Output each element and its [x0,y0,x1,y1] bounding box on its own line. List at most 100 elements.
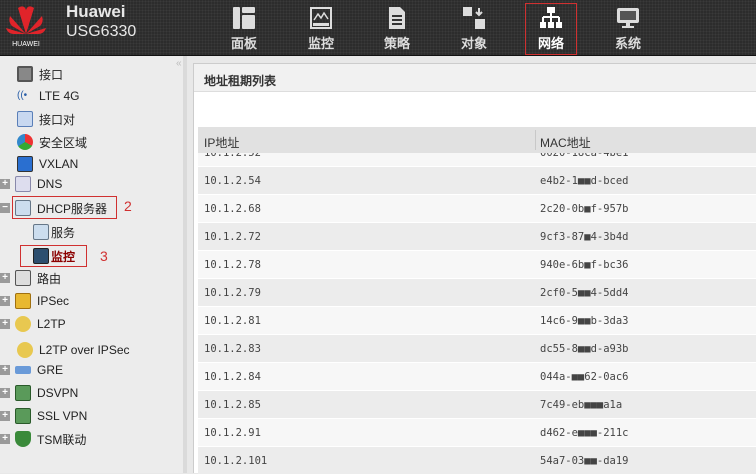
table-row[interactable]: 10.1.2.83 dc55-8■■d-a93b [198,335,756,363]
ip-cell: 10.1.2.81 [204,315,261,327]
tunnel-icon [15,366,31,374]
device-model: USG6330 [66,23,137,40]
collapse-icon[interactable]: − [0,203,10,213]
interface-pair-icon [17,111,33,127]
mac-cell: 2c20-0b■f-957b [540,203,629,215]
pie-chart-icon [17,134,33,150]
dns-icon [15,176,31,192]
policy-document-icon [389,7,405,29]
table-header: IP地址 MAC地址 [198,127,756,153]
expand-icon[interactable]: + [0,365,10,375]
mac-cell: e4b2-1■■d-bced [540,175,629,187]
vpn-icon [15,385,31,401]
expand-icon[interactable]: + [0,179,10,189]
dashboard-icon [233,7,255,29]
object-icon [463,7,485,29]
mac-cell: 2cf0-5■■4-5dd4 [540,287,629,299]
sidebar-item-dns[interactable]: + DNS [0,174,62,194]
sidebar-item-l2tp-over-ipsec[interactable]: L2TP over IPSec [17,340,130,360]
table-row[interactable]: 10.1.2.79 2cf0-5■■4-5dd4 [198,279,756,307]
key-tunnel-icon [17,342,33,358]
table-row[interactable]: 10.1.2.91 d462-e■■■-211c [198,419,756,447]
shield-icon [15,431,31,447]
mac-cell: 044a-■■62-0ac6 [540,371,629,383]
interface-icon [17,66,33,82]
collapse-sidebar-button[interactable]: « [176,58,182,69]
nav-policy[interactable]: 策略 [362,0,432,55]
annotation-box-3 [20,245,87,267]
sidebar-item-interface[interactable]: 接口 [17,64,63,84]
annotation-box-1 [525,3,577,55]
table-row[interactable]: 10.1.2.68 2c20-0b■f-957b [198,195,756,223]
annotation-number-2: 2 [124,198,132,214]
mac-cell: d462-e■■■-211c [540,427,629,439]
table-row[interactable]: 10.1.2.101 54a7-03■■-da19 [198,447,756,474]
service-icon [33,224,49,240]
sidebar-item-gre[interactable]: + GRE [0,360,63,380]
sidebar-item-security-zone[interactable]: 安全区域 [17,132,87,152]
column-mac[interactable]: MAC地址 [540,134,591,151]
table-row[interactable]: 10.1.2.72 9cf3-87■4-3b4d [198,223,756,251]
ip-cell: 10.1.2.91 [204,427,261,439]
expand-icon[interactable]: + [0,388,10,398]
nav-system[interactable]: 系统 [593,0,663,55]
sidebar-item-routing[interactable]: + 路由 [0,268,61,288]
expand-icon[interactable]: + [0,411,10,421]
ip-cell: 10.1.2.72 [204,231,261,243]
mac-cell: 7c49-eb■■■a1a [540,399,623,411]
annotation-number-3: 3 [100,248,108,264]
key-tunnel-icon [15,316,31,332]
monitor-chart-icon [310,7,332,29]
ip-cell: 10.1.2.101 [204,455,268,467]
sidebar-item-lte[interactable]: ((• LTE 4G [17,86,79,106]
sidebar-item-dsvpn[interactable]: + DSVPN [0,383,78,403]
sidebar-item-ssl-vpn[interactable]: + SSL VPN [0,406,87,426]
sidebar-item-vxlan[interactable]: VXLAN [17,154,78,174]
sidebar-item-dhcp-service[interactable]: 服务 [33,222,75,242]
column-ip[interactable]: IP地址 [204,134,239,151]
sidebar-item-l2tp[interactable]: + L2TP [0,314,66,334]
lease-table-body: 10.1.2.52 0020-18ca-4be1 10.1.2.54 e4b2-1■■… [198,139,756,474]
top-header: HUAWEI Huawei USG6330 面板 监控 策略 对象 网络 系统 [0,0,756,56]
sidebar-item-ipsec[interactable]: + IPSec [0,291,69,311]
sidebar-item-interface-pair[interactable]: 接口对 [17,109,75,129]
mac-cell: 54a7-03■■-da19 [540,455,629,467]
ip-cell: 10.1.2.83 [204,343,261,355]
ip-cell: 10.1.2.68 [204,203,261,215]
brand-name: Huawei [66,2,126,21]
wireless-icon: ((• [17,90,28,101]
table-row[interactable]: 10.1.2.54 e4b2-1■■d-bced [198,167,756,195]
mac-cell: 14c6-9■■b-3da3 [540,315,629,327]
table-row[interactable]: 10.1.2.85 7c49-eb■■■a1a [198,391,756,419]
nav-object[interactable]: 对象 [439,0,509,55]
ip-cell: 10.1.2.85 [204,399,261,411]
expand-icon[interactable]: + [0,319,10,329]
mac-cell: dc55-8■■d-a93b [540,343,629,355]
expand-icon[interactable]: + [0,273,10,283]
panel-title: 地址租期列表 [194,64,756,92]
sidebar-item-tsm[interactable]: + TSM联动 [0,429,86,449]
nav-monitor[interactable]: 监控 [286,0,356,55]
vpn-icon [15,408,31,424]
ip-cell: 10.1.2.78 [204,259,261,271]
table-row[interactable]: 10.1.2.84 044a-■■62-0ac6 [198,363,756,391]
router-icon [15,270,31,286]
ip-cell: 10.1.2.54 [204,175,261,187]
expand-icon[interactable]: + [0,296,10,306]
svg-text:HUAWEI: HUAWEI [12,41,40,48]
expand-icon[interactable]: + [0,434,10,444]
ip-cell: 10.1.2.84 [204,371,261,383]
system-monitor-icon [617,8,639,28]
annotation-box-2 [12,196,117,219]
huawei-logo: HUAWEI [6,6,46,48]
mac-cell: 9cf3-87■4-3b4d [540,231,629,243]
table-row[interactable]: 10.1.2.81 14c6-9■■b-3da3 [198,307,756,335]
table-row[interactable]: 10.1.2.78 940e-6b■f-bc36 [198,251,756,279]
address-lease-panel: 地址租期列表 IP地址 MAC地址 10.1.2.52 0020-18ca-4be… [193,63,756,474]
column-divider[interactable] [535,130,536,150]
nav-dashboard[interactable]: 面板 [209,0,279,55]
vxlan-monitor-icon [17,156,33,172]
lock-icon [15,293,31,309]
mac-cell: 940e-6b■f-bc36 [540,259,629,271]
ip-cell: 10.1.2.79 [204,287,261,299]
